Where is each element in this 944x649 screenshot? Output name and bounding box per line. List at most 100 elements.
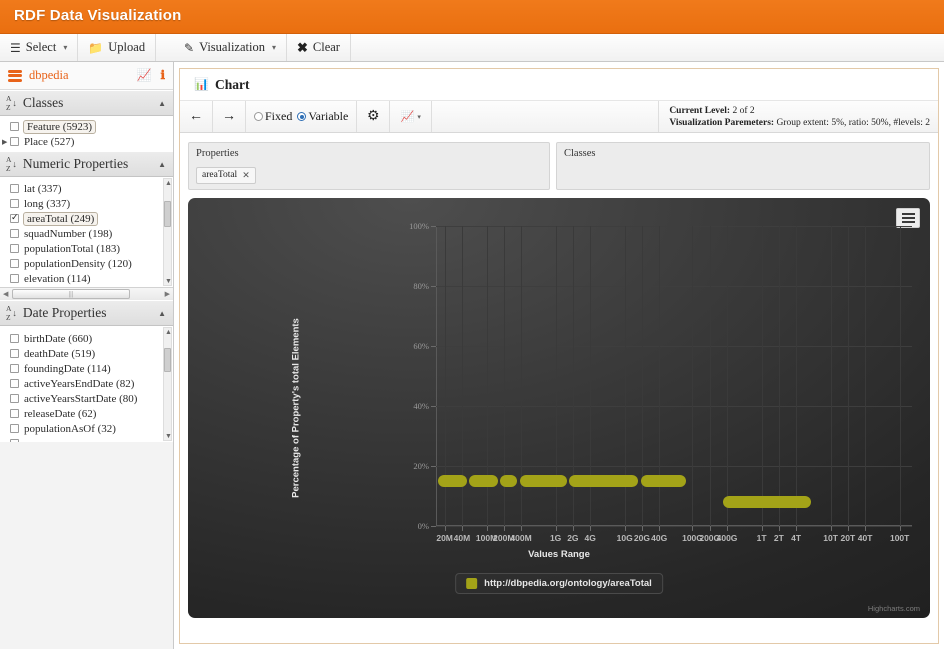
- scroll-left-icon[interactable]: ◀: [3, 290, 8, 298]
- scrollbar-thumb[interactable]: |||: [12, 289, 130, 299]
- classes-list[interactable]: Feature (5923) ▶ Place (527): [0, 116, 173, 151]
- classes-dropzone[interactable]: Classes: [556, 142, 930, 190]
- scroll-up-icon[interactable]: ▲: [165, 328, 172, 336]
- chevron-down-icon: ▾: [417, 112, 421, 121]
- list-item[interactable]: birthDate (660): [0, 331, 173, 346]
- scrollbar-thumb[interactable]: [164, 201, 171, 227]
- checkbox[interactable]: [10, 379, 19, 388]
- scrollbar-thumb[interactable]: [164, 348, 171, 372]
- list-item[interactable]: [0, 436, 173, 442]
- list-item[interactable]: releaseDate (62): [0, 406, 173, 421]
- checkbox[interactable]: [10, 137, 19, 146]
- info-icon[interactable]: ℹ: [160, 68, 165, 83]
- list-item[interactable]: deathDate (519): [0, 346, 173, 361]
- scroll-down-icon[interactable]: ▼: [165, 277, 172, 285]
- sort-icon[interactable]: A Z ↓: [6, 94, 17, 112]
- upload-button-label: Upload: [108, 40, 146, 54]
- settings-button[interactable]: ⚙: [357, 101, 391, 132]
- checkbox[interactable]: [10, 334, 19, 343]
- list-item[interactable]: Feature (5923): [0, 119, 173, 134]
- date-list-vertical-scrollbar[interactable]: ▲ ▼: [163, 327, 172, 441]
- y-axis-tick-label: 100%: [409, 221, 429, 231]
- chart-bar[interactable]: [569, 475, 639, 487]
- checkbox[interactable]: [10, 199, 19, 208]
- date-properties-list[interactable]: birthDate (660) deathDate (519) founding…: [0, 326, 173, 442]
- checkbox[interactable]: [10, 212, 19, 223]
- sort-icon[interactable]: A Z ↓: [6, 304, 17, 322]
- numeric-list-horizontal-scrollbar[interactable]: ◀ ||| ▶: [0, 287, 173, 300]
- checkbox[interactable]: [10, 424, 19, 433]
- checkbox[interactable]: [10, 394, 19, 403]
- scroll-down-icon[interactable]: ▼: [165, 432, 172, 440]
- chart-bar[interactable]: [723, 496, 811, 508]
- section-header-date-properties[interactable]: A Z ↓ Date Properties ▲: [0, 300, 173, 326]
- remove-icon[interactable]: ✕: [242, 170, 250, 181]
- chart-panel: 📊 Chart ← → Fixed Variable ⚙ 📈 ▾ Current…: [179, 68, 939, 644]
- scroll-right-icon[interactable]: ▶: [165, 290, 170, 298]
- clear-button[interactable]: ✖ Clear: [287, 34, 351, 61]
- list-item[interactable]: activeYearsEndDate (82): [0, 376, 173, 391]
- sort-icon[interactable]: A Z ↓: [6, 155, 17, 173]
- radio-variable[interactable]: [297, 112, 307, 121]
- chart-bar[interactable]: [519, 475, 567, 487]
- section-header-classes[interactable]: A Z ↓ Classes ▲: [0, 90, 173, 116]
- scale-mode-radio-group[interactable]: Fixed Variable: [246, 101, 358, 132]
- list-item[interactable]: lat (337): [0, 181, 173, 196]
- chart-legend[interactable]: http://dbpedia.org/ontology/areaTotal: [455, 573, 663, 594]
- radio-fixed[interactable]: [254, 112, 263, 121]
- chart-credit: Highcharts.com: [867, 604, 920, 613]
- list-item[interactable]: activeYearsStartDate (80): [0, 391, 173, 406]
- checkbox[interactable]: [10, 244, 19, 253]
- chart-bar[interactable]: [500, 475, 518, 487]
- chevron-up-icon[interactable]: ▲: [158, 309, 166, 318]
- x-axis-tick-label: 2G: [567, 533, 579, 543]
- list-item[interactable]: populationAsOf (32): [0, 421, 173, 436]
- list-item[interactable]: foundingDate (114): [0, 361, 173, 376]
- x-axis-tick-mark: [865, 526, 867, 531]
- list-item-label: releaseDate (62): [24, 407, 97, 420]
- x-axis-tick-mark: [692, 526, 694, 531]
- x-axis-tick-mark: [847, 526, 849, 531]
- list-item-area-total[interactable]: areaTotal (249): [0, 211, 173, 226]
- checkbox[interactable]: [10, 409, 19, 418]
- grid-line: [865, 226, 867, 526]
- list-item[interactable]: populationDensity (120): [0, 256, 173, 271]
- forward-button[interactable]: →: [213, 101, 246, 132]
- chart-bar[interactable]: [469, 475, 498, 487]
- checkbox[interactable]: [10, 122, 19, 131]
- chevron-up-icon[interactable]: ▲: [158, 160, 166, 169]
- back-button[interactable]: ←: [180, 101, 213, 132]
- checkbox[interactable]: [10, 349, 19, 358]
- scroll-up-icon[interactable]: ▲: [165, 179, 172, 187]
- list-item[interactable]: long (337): [0, 196, 173, 211]
- chart-bar[interactable]: [438, 475, 467, 487]
- checkbox[interactable]: [10, 259, 19, 268]
- checkbox[interactable]: [10, 274, 19, 283]
- chart-export-menu-button[interactable]: [896, 208, 920, 228]
- chart-type-button[interactable]: 📈 ▾: [390, 101, 433, 132]
- expand-icon[interactable]: ▶: [2, 138, 9, 146]
- chart-bar[interactable]: [640, 475, 687, 487]
- checkbox[interactable]: [10, 184, 19, 193]
- list-item[interactable]: ▶ Place (527): [0, 134, 173, 149]
- list-item[interactable]: squadNumber (198): [0, 226, 173, 241]
- properties-dropzone[interactable]: Properties areaTotal ✕: [188, 142, 550, 190]
- y-axis-tick-mark: [431, 226, 436, 227]
- dataset-row-dbpedia[interactable]: dbpedia 📈 ℹ: [0, 62, 173, 90]
- section-header-numeric-properties[interactable]: A Z ↓ Numeric Properties ▲: [0, 151, 173, 177]
- checkbox[interactable]: [10, 364, 19, 373]
- list-item[interactable]: populationTotal (183): [0, 241, 173, 256]
- select-button[interactable]: ☰ Select ▾: [0, 34, 79, 61]
- chart-icon[interactable]: 📈: [136, 68, 151, 83]
- checkbox[interactable]: [10, 229, 19, 238]
- numeric-list-vertical-scrollbar[interactable]: ▲ ▼: [163, 178, 172, 286]
- x-axis-tick-mark: [521, 526, 523, 531]
- list-item-label: deathDate (519): [24, 347, 96, 360]
- upload-button[interactable]: 📁 Upload: [78, 34, 157, 61]
- property-tag-areatotal[interactable]: areaTotal ✕: [196, 166, 256, 184]
- numeric-properties-list[interactable]: lat (337) long (337) areaTotal (249) squ…: [0, 177, 173, 287]
- chevron-up-icon[interactable]: ▲: [158, 99, 166, 108]
- checkbox[interactable]: [10, 439, 19, 442]
- visualization-button[interactable]: ✎ Visualization ▾: [174, 34, 287, 61]
- list-item[interactable]: elevation (114): [0, 271, 173, 286]
